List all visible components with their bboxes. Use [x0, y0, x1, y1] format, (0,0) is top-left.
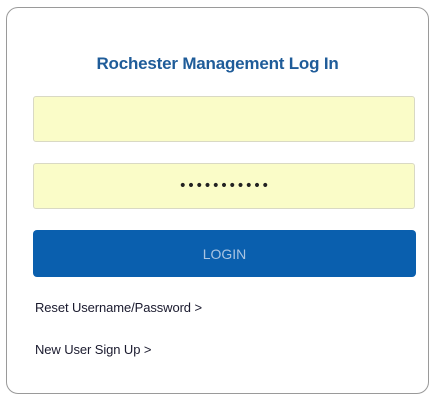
login-title: Rochester Management Log In	[96, 54, 339, 73]
new-user-sign-up-link[interactable]: New User Sign Up >	[35, 342, 151, 357]
username-field[interactable]	[33, 96, 415, 142]
login-button[interactable]: LOGIN	[33, 230, 416, 277]
reset-username-password-link[interactable]: Reset Username/Password >	[35, 300, 202, 315]
login-card: Rochester Management Log In LOGIN Reset …	[6, 7, 429, 394]
password-field[interactable]	[33, 163, 415, 209]
